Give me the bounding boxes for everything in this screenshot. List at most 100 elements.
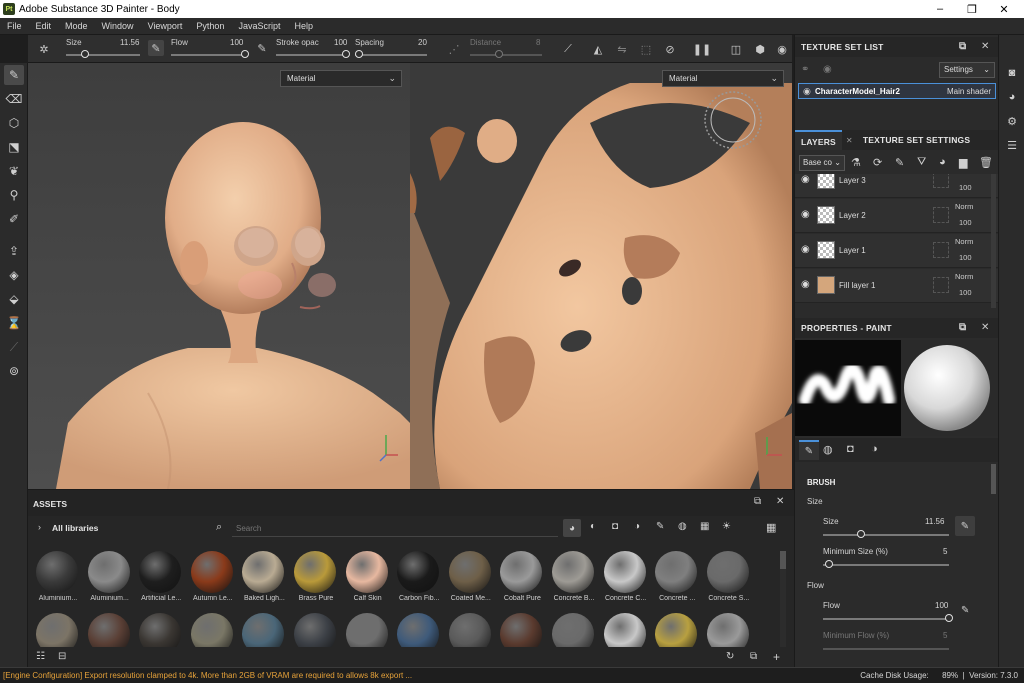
- camera-icon[interactable]: ◉: [774, 41, 790, 57]
- material-item[interactable]: Cobalt Pure: [498, 551, 546, 602]
- right-viewport-mode-dropdown[interactable]: Material ⌄: [662, 70, 784, 87]
- material-item[interactable]: [34, 613, 82, 647]
- material-item[interactable]: [705, 613, 753, 647]
- material-item[interactable]: [344, 613, 392, 647]
- size-pen-pressure-icon[interactable]: ✎: [955, 516, 975, 536]
- distance-value[interactable]: 8: [536, 38, 540, 47]
- menu-javascript[interactable]: JavaScript: [231, 21, 287, 31]
- add-mask-icon[interactable]: ⟳: [873, 156, 882, 169]
- layer-opacity[interactable]: 100: [959, 288, 972, 297]
- library-grid-icon[interactable]: ⊟: [58, 651, 66, 662]
- close-panel-icon[interactable]: ✕: [776, 496, 784, 507]
- paint-brush-icon[interactable]: ✎: [4, 65, 24, 85]
- 2d-uv-viewport[interactable]: Material ⌄: [410, 63, 792, 489]
- disabled-tool-icon[interactable]: ⟋: [4, 337, 24, 357]
- close-panel-icon[interactable]: ✕: [981, 322, 990, 333]
- float-panel-icon[interactable]: ⧉: [959, 41, 966, 52]
- chevron-right-icon[interactable]: ›: [38, 522, 41, 532]
- add-paint-layer-icon[interactable]: ✎: [895, 156, 904, 169]
- close-window-button[interactable]: ✕: [988, 0, 1020, 18]
- tab-texture-set-settings[interactable]: TEXTURE SET SETTINGS: [863, 135, 970, 145]
- material-picker-icon[interactable]: ⬙: [4, 289, 24, 309]
- distance-slider-knob[interactable]: [494, 50, 503, 58]
- material-item[interactable]: Autumn Le...: [189, 551, 237, 602]
- layer-visibility-icon[interactable]: ◉: [801, 244, 810, 255]
- symmetry-icon[interactable]: ◭: [590, 41, 606, 57]
- assets-scrollbar[interactable]: [780, 551, 786, 647]
- flow-slider[interactable]: [823, 618, 949, 620]
- material-item[interactable]: Concrete C...: [602, 551, 650, 602]
- material-item[interactable]: Coated Me...: [447, 551, 495, 602]
- material-item[interactable]: [189, 613, 237, 647]
- spacing-slider[interactable]: [355, 54, 427, 56]
- material-item[interactable]: [137, 613, 185, 647]
- layer-visibility-icon[interactable]: ◉: [801, 279, 810, 290]
- layer-opacity[interactable]: 100: [959, 183, 972, 192]
- menu-window[interactable]: Window: [95, 21, 141, 31]
- material-item[interactable]: Aluminium...: [34, 551, 82, 602]
- assets-scrollbar-thumb[interactable]: [780, 551, 786, 569]
- layer-opacity[interactable]: 100: [959, 218, 972, 227]
- projection-tool-icon[interactable]: ⬡: [4, 113, 24, 133]
- spacing-value[interactable]: 20: [418, 38, 427, 47]
- add-effect-icon[interactable]: ⚗: [851, 156, 861, 169]
- lazy-mouse-icon[interactable]: ⋰: [446, 41, 462, 57]
- add-fill-layer-icon[interactable]: ⛛: [917, 156, 926, 169]
- filter-masks-icon[interactable]: ◑: [634, 521, 640, 532]
- texture-set-settings-dropdown[interactable]: Settings ⌄: [939, 62, 995, 78]
- size-slider-knob[interactable]: [856, 530, 865, 538]
- library-list-icon[interactable]: ☷: [36, 651, 45, 662]
- material-tab-icon[interactable]: ◑: [871, 443, 878, 455]
- pause-icon[interactable]: ❚❚: [693, 41, 711, 57]
- 3d-view-icon[interactable]: ⬢: [752, 41, 768, 57]
- visibility-icon[interactable]: ◉: [823, 64, 832, 75]
- flow-value[interactable]: 100: [230, 38, 243, 47]
- quick-mask-icon[interactable]: ⊚: [4, 361, 24, 381]
- flow-value[interactable]: 100: [935, 601, 948, 610]
- layer-mask-slot[interactable]: [933, 277, 949, 293]
- material-item[interactable]: [240, 613, 288, 647]
- add-asset-icon[interactable]: +: [773, 650, 780, 664]
- min-flow-slider[interactable]: [823, 648, 949, 650]
- layer-row[interactable]: ◉ Fill layer 1 Norm 100: [795, 269, 999, 303]
- brush-settings-icon[interactable]: ✲: [36, 41, 52, 57]
- maximize-button[interactable]: ❐: [956, 0, 988, 18]
- menu-mode[interactable]: Mode: [58, 21, 95, 31]
- stroke-line-icon[interactable]: ⟋: [560, 41, 576, 57]
- float-panel-icon[interactable]: ⧉: [754, 496, 761, 507]
- layer-visibility-icon[interactable]: ◉: [801, 209, 810, 220]
- menu-file[interactable]: File: [0, 21, 29, 31]
- material-item[interactable]: [550, 613, 598, 647]
- layer-opacity[interactable]: 100: [959, 253, 972, 262]
- material-item[interactable]: [292, 613, 340, 647]
- filter-environments-icon[interactable]: ☀: [722, 521, 731, 532]
- size-slider-knob[interactable]: [80, 50, 89, 58]
- menu-help[interactable]: Help: [287, 21, 320, 31]
- material-item[interactable]: [653, 613, 701, 647]
- search-input[interactable]: [232, 520, 558, 537]
- size-value[interactable]: 11.56: [925, 517, 944, 526]
- min-flow-value[interactable]: 5: [943, 631, 947, 640]
- add-smart-material-icon[interactable]: ◕: [939, 156, 946, 168]
- display-settings-icon[interactable]: ◙: [1004, 65, 1020, 81]
- material-item[interactable]: Baked Ligh...: [240, 551, 288, 602]
- spacing-slider-knob[interactable]: [354, 50, 363, 58]
- eraser-icon[interactable]: ⌫: [4, 89, 24, 109]
- bake-icon[interactable]: ⇪: [4, 241, 24, 261]
- smudge-icon[interactable]: ❦: [4, 161, 24, 181]
- search-icon[interactable]: ⌕: [216, 521, 222, 534]
- material-item[interactable]: [395, 613, 443, 647]
- filter-brushes-icon[interactable]: ✎: [656, 521, 664, 532]
- flow-slider-knob[interactable]: [241, 50, 249, 58]
- layer-row[interactable]: ◉ Layer 2 Norm 100: [795, 199, 999, 233]
- flow-pen-pressure-icon[interactable]: ✎: [961, 605, 969, 616]
- stroke-opacity-value[interactable]: 100: [334, 38, 347, 47]
- layer-row[interactable]: ◉ Layer 3 100: [795, 174, 999, 198]
- layer-blend-mode[interactable]: Norm: [955, 272, 973, 281]
- geometry-mask-icon[interactable]: ⬔: [4, 137, 24, 157]
- filter-textures-icon[interactable]: ◘: [612, 521, 618, 532]
- layer-mask-slot[interactable]: [933, 207, 949, 223]
- distance-slider[interactable]: [470, 54, 542, 56]
- min-size-slider[interactable]: [823, 564, 949, 566]
- projection-icon[interactable]: ⬚: [638, 41, 654, 57]
